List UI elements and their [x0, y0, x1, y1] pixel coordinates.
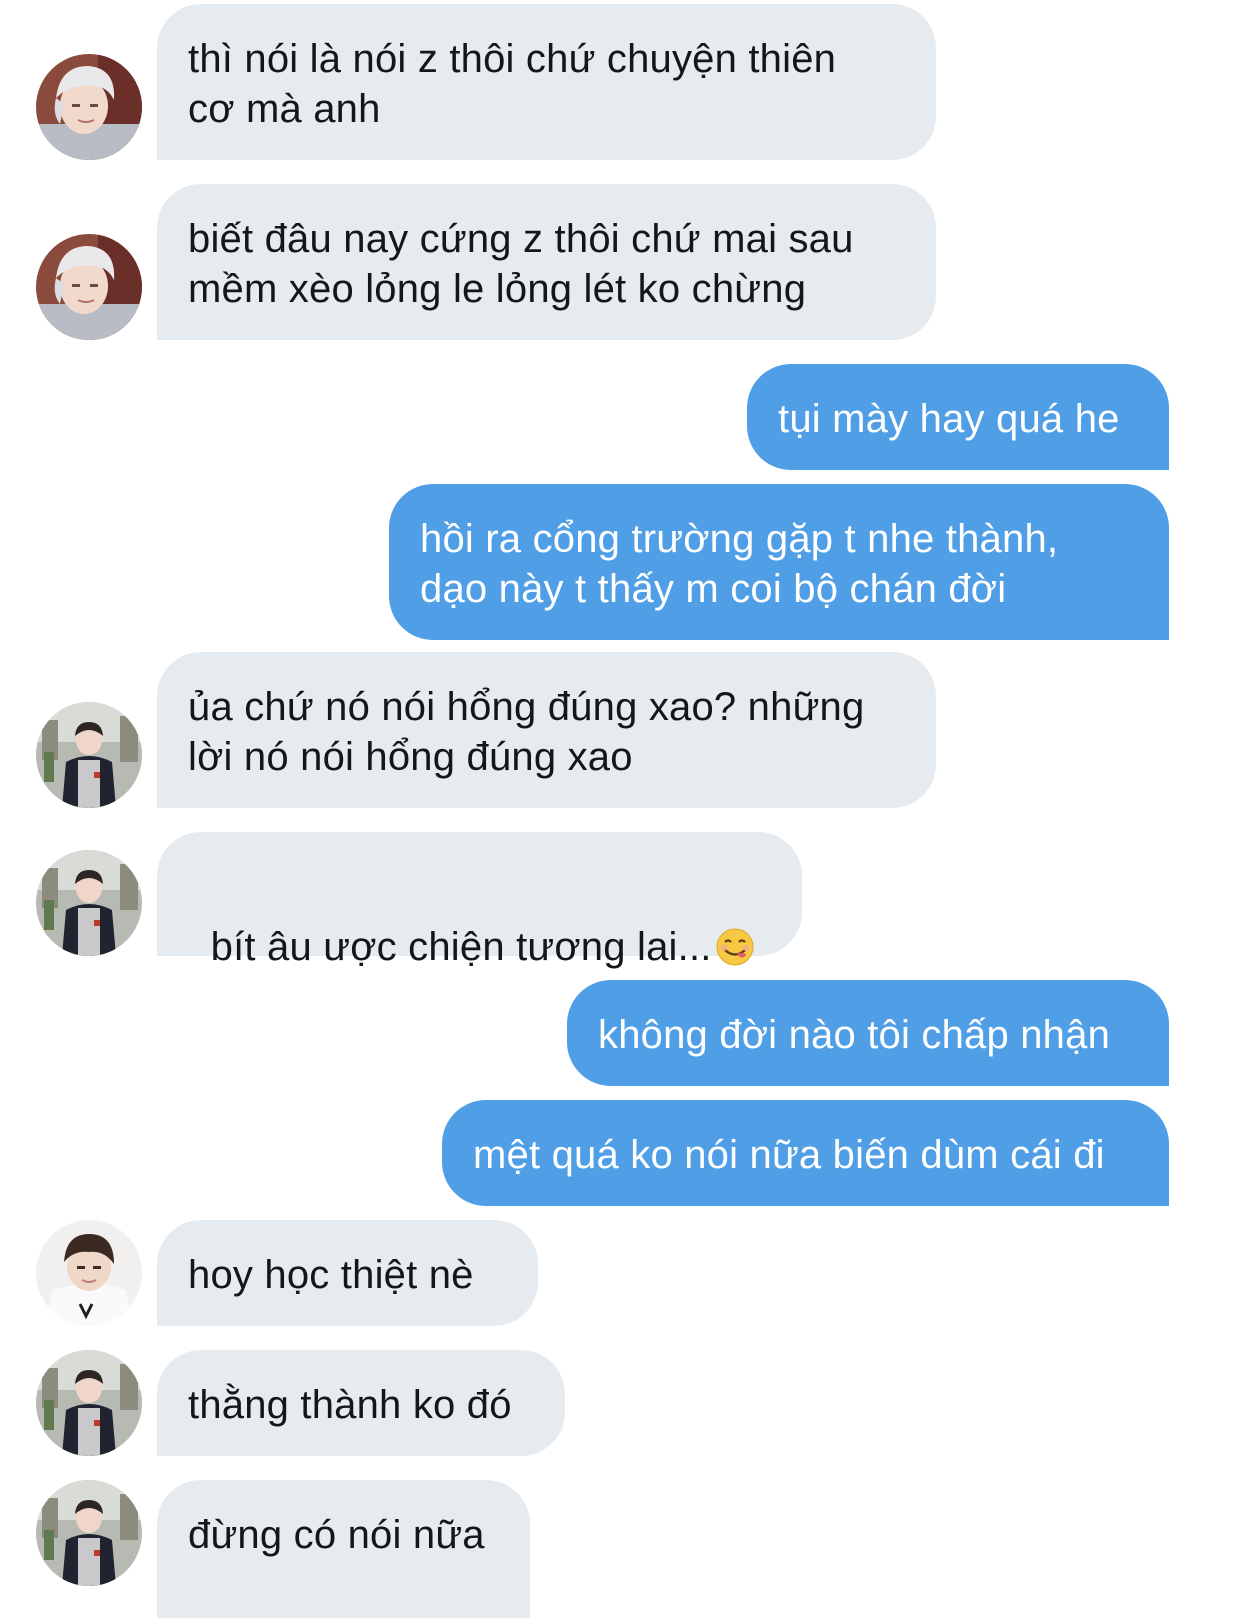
- message-bubble-outgoing[interactable]: mệt quá ko nói nữa biến dùm cái đi: [442, 1100, 1169, 1206]
- message-bubble-incoming[interactable]: thằng thành ko đó: [157, 1350, 565, 1456]
- avatar-silver-hair: [36, 54, 142, 160]
- message-bubble-incoming[interactable]: biết đâu nay cứng z thôi chứ mai sau mềm…: [157, 184, 936, 340]
- sender-avatar[interactable]: [36, 702, 142, 808]
- sender-avatar[interactable]: [36, 1220, 142, 1326]
- avatar-white-shirt: [36, 1220, 142, 1326]
- sender-avatar[interactable]: [36, 850, 142, 956]
- yum-face-emoji: [716, 928, 754, 966]
- avatar-dark-jacket: [36, 1350, 142, 1456]
- message-bubble-incoming[interactable]: thì nói là nói z thôi chứ chuyện thiên c…: [157, 4, 936, 160]
- sender-avatar[interactable]: [36, 1480, 142, 1586]
- sender-avatar[interactable]: [36, 234, 142, 340]
- sender-avatar[interactable]: [36, 1350, 142, 1456]
- message-bubble-incoming[interactable]: bít âu ược chiện tương lai...: [157, 832, 802, 969]
- message-bubble-incoming[interactable]: đừng có nói nữa: [157, 1480, 530, 1618]
- avatar-dark-jacket: [36, 1480, 142, 1586]
- message-bubble-outgoing[interactable]: tụi mày hay quá he: [747, 364, 1169, 470]
- message-bubble-outgoing[interactable]: hồi ra cổng trường gặp t nhe thành, dạo …: [389, 484, 1169, 640]
- message-bubble-incoming[interactable]: hoy học thiệt nè: [157, 1220, 538, 1326]
- avatar-dark-jacket: [36, 850, 142, 956]
- avatar-silver-hair: [36, 234, 142, 340]
- message-bubble-outgoing[interactable]: không đời nào tôi chấp nhận: [567, 980, 1169, 1086]
- message-text: bít âu ược chiện tương lai...: [210, 925, 712, 969]
- message-bubble-incoming[interactable]: ủa chứ nó nói hổng đúng xao? những lời n…: [157, 652, 936, 808]
- avatar-dark-jacket: [36, 702, 142, 808]
- sender-avatar[interactable]: [36, 54, 142, 160]
